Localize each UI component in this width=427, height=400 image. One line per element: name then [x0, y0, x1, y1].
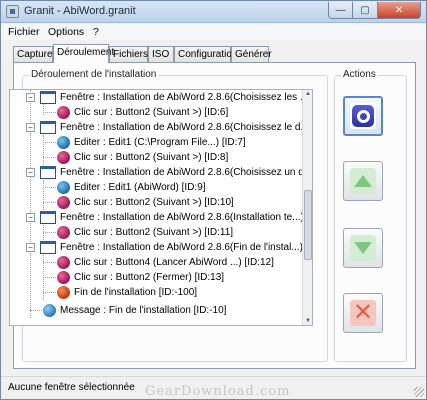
delete-icon: ✕: [350, 300, 376, 326]
flow-tree[interactable]: − Fenêtre : Installation de AbiWord 2.8.…: [9, 89, 313, 326]
tree-row-label: Clic sur : Button4 (Lancer AbiWord ...) …: [74, 257, 274, 268]
window-icon: [40, 241, 56, 254]
click-icon: [57, 196, 70, 209]
tree-row-label: Editer : Edit1 (C:\Program File...) [ID:…: [74, 137, 246, 148]
click-icon: [57, 271, 70, 284]
collapse-toggle[interactable]: −: [26, 93, 35, 102]
tree-branch: [43, 232, 56, 233]
tree-row-label: Clic sur : Button2 (Suivant >) [ID:11]: [74, 227, 234, 238]
move-down-button[interactable]: [343, 228, 383, 268]
tree-branch: [43, 277, 56, 278]
power-icon: [350, 103, 376, 129]
collapse-toggle[interactable]: −: [26, 243, 35, 252]
tree-row-label: Fenêtre : Installation de AbiWord 2.8.6(…: [60, 212, 302, 223]
collapse-toggle[interactable]: −: [26, 168, 35, 177]
tree-row-label: Clic sur : Button2 (Suivant >) [ID:10]: [74, 197, 234, 208]
tree-guide-line: [43, 135, 44, 165]
tree-row-label: Editer : Edit1 (AbiWord) [ID:9]: [74, 182, 206, 193]
tree-branch: [43, 202, 56, 203]
window-icon: [40, 166, 56, 179]
tree-branch: [43, 292, 56, 293]
click-icon: [57, 256, 70, 269]
watermark: GearDownload.com: [145, 384, 291, 399]
tree-row-label: Fenêtre : Installation de AbiWord 2.8.6(…: [60, 122, 302, 133]
window-icon: [40, 91, 56, 104]
tree-row-label: Fenêtre : Installation de AbiWord 2.8.6(…: [60, 167, 302, 178]
edit-icon: [57, 136, 70, 149]
window-icon: [40, 211, 56, 224]
tree-row-label: Clic sur : Button2 (Suivant >) [ID:8]: [74, 152, 229, 163]
tree-branch: [43, 262, 56, 263]
tree-branch: [43, 142, 56, 143]
tree-row-label: Clic sur : Button2 (Fermer) [ID:13]: [74, 272, 225, 283]
menu-bar: Fichier Options ?: [1, 24, 426, 40]
menu-help[interactable]: ?: [93, 26, 99, 38]
tree-branch: [43, 187, 56, 188]
tree-branch: [43, 157, 56, 158]
tree-branch: [30, 310, 42, 311]
click-icon: [57, 226, 70, 239]
tab-fichiers[interactable]: Fichiers: [109, 46, 148, 62]
tree-guide-line: [43, 180, 44, 210]
tab-deroulement[interactable]: Déroulement: [53, 44, 114, 63]
tab-configuration[interactable]: Configuration: [174, 46, 237, 62]
window-controls: — ▢ ✕: [328, 2, 421, 19]
scroll-up-icon[interactable]: ▲: [304, 91, 312, 97]
title-bar[interactable]: Granit - AbiWord.granit — ▢ ✕: [1, 1, 426, 23]
tab-generer[interactable]: Générer: [231, 46, 272, 62]
app-window: Granit - AbiWord.granit — ▢ ✕ Fichier Op…: [0, 0, 427, 400]
maximize-button[interactable]: ▢: [353, 2, 378, 19]
edit-icon: [57, 181, 70, 194]
collapse-toggle[interactable]: −: [26, 123, 35, 132]
tab-iso[interactable]: ISO: [148, 46, 174, 62]
move-up-button[interactable]: [343, 161, 383, 201]
minimize-button[interactable]: —: [328, 2, 353, 19]
app-icon: [6, 5, 19, 18]
tree-row-label: Fenêtre : Installation de AbiWord 2.8.6(…: [60, 92, 302, 103]
tree-row-label: Fin de l'installation [ID:-100]: [74, 287, 198, 298]
window-icon: [40, 121, 56, 134]
menu-options[interactable]: Options: [48, 26, 84, 38]
click-icon: [57, 106, 70, 119]
run-button[interactable]: [343, 96, 383, 136]
scroll-down-icon[interactable]: ▼: [304, 318, 312, 324]
tree-row-label: Clic sur : Button2 (Suivant >) [ID:6]: [74, 107, 229, 118]
arrow-down-icon: [350, 235, 376, 261]
collapse-toggle[interactable]: −: [26, 213, 35, 222]
actions-group-label: Actions: [341, 69, 378, 80]
arrow-up-icon: [350, 168, 376, 194]
tree-content: − Fenêtre : Installation de AbiWord 2.8.…: [10, 90, 302, 325]
message-icon: [43, 304, 56, 317]
resize-grip-icon[interactable]: [414, 387, 424, 397]
tree-scrollbar[interactable]: ▲ ▼: [302, 90, 312, 325]
close-button[interactable]: ✕: [378, 2, 421, 19]
delete-button[interactable]: ✕: [343, 293, 383, 333]
status-text: Aucune fenêtre sélectionnée: [8, 382, 135, 393]
tree-branch: [43, 112, 56, 113]
window-title: Granit - AbiWord.granit: [24, 5, 136, 17]
end-icon: [57, 286, 70, 299]
tab-capture[interactable]: Capture: [13, 46, 53, 62]
tree-row-label: Fenêtre : Installation de AbiWord 2.8.6(…: [60, 242, 302, 253]
click-icon: [57, 151, 70, 164]
tree-row-label: Message : Fin de l'installation [ID:-10]: [60, 305, 227, 316]
scroll-thumb[interactable]: [304, 190, 312, 260]
menu-fichier[interactable]: Fichier: [8, 26, 40, 38]
tree-group-label: Déroulement de l'installation: [29, 69, 159, 80]
